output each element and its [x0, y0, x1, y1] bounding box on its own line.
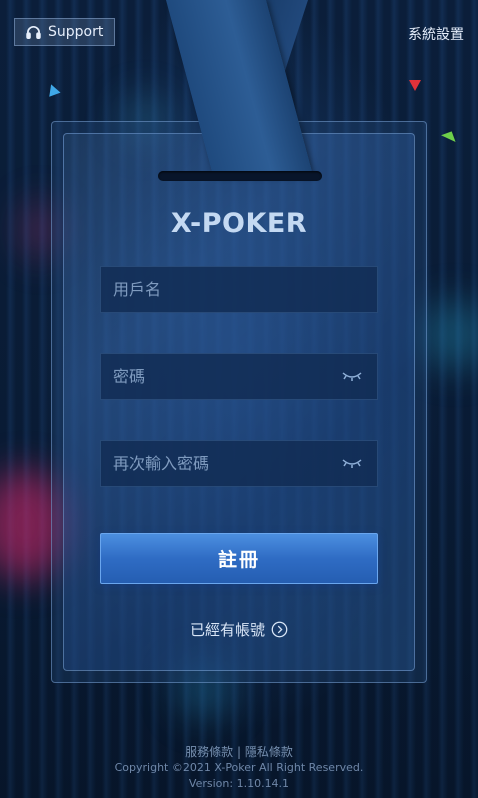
- copyright-text: Copyright ©2021 X-Poker All Right Reserv…: [114, 761, 364, 774]
- badge-slot: [158, 171, 322, 181]
- terms-link[interactable]: 服務條款: [185, 745, 233, 759]
- eye-closed-icon[interactable]: [341, 370, 363, 384]
- headset-icon: [26, 25, 41, 39]
- version-text: Version: 1.10.14.1: [188, 777, 290, 790]
- have-account-link[interactable]: 已經有帳號: [0, 619, 478, 640]
- support-button[interactable]: Support: [14, 18, 115, 46]
- system-settings-link[interactable]: 系統設置: [408, 24, 464, 44]
- footer-separator: |: [236, 745, 242, 759]
- confirm-password-field[interactable]: [100, 440, 378, 487]
- privacy-link[interactable]: 隱私條款: [245, 745, 293, 759]
- footer: 服務條款 | 隱私條款 Copyright ©2021 X-Poker All …: [0, 744, 478, 792]
- support-label: Support: [48, 24, 104, 40]
- eye-closed-icon[interactable]: [341, 457, 363, 471]
- chevron-right-circle-icon: [271, 621, 288, 638]
- password-input[interactable]: [113, 367, 333, 386]
- footer-links: 服務條款 | 隱私條款: [0, 744, 478, 760]
- username-input[interactable]: [113, 280, 333, 299]
- register-button[interactable]: 註冊: [100, 533, 378, 584]
- password-field[interactable]: [100, 353, 378, 400]
- confetti-decoration: [409, 80, 421, 91]
- have-account-label: 已經有帳號: [189, 621, 265, 639]
- confirm-password-input[interactable]: [113, 454, 333, 473]
- username-field[interactable]: [100, 266, 378, 313]
- app-logo: X-POKER: [170, 208, 308, 239]
